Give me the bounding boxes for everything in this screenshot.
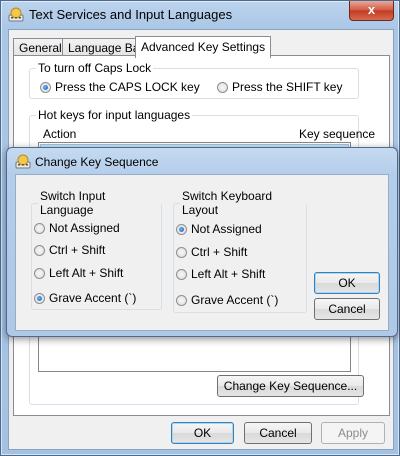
- radio-selected-icon: [34, 293, 45, 304]
- shift-option-label: Press the SHIFT key: [232, 80, 343, 94]
- window-title: Text Services and Input Languages: [29, 7, 233, 22]
- keyboard-globe-icon: [8, 7, 24, 22]
- radio-unselected-icon: [34, 245, 45, 256]
- lang-option-label: Left Alt + Shift: [49, 266, 124, 280]
- lang-option-grave-accent[interactable]: Grave Accent (`): [34, 291, 136, 305]
- layout-option-label: Not Assigned: [191, 222, 262, 236]
- switch-language-legend: Switch Input Language: [40, 189, 106, 217]
- dialog-cancel-button[interactable]: Cancel: [314, 298, 380, 320]
- dialog-client-area: Switch Input Language Not Assigned Ctrl …: [15, 174, 389, 331]
- lang-option-not-assigned[interactable]: Not Assigned: [34, 221, 120, 235]
- caps-lock-legend: To turn off Caps Lock: [38, 61, 152, 75]
- radio-unselected-icon: [34, 268, 45, 279]
- radio-selected-icon: [176, 224, 187, 235]
- apply-button[interactable]: Apply: [321, 422, 385, 444]
- title-bar[interactable]: Text Services and Input Languages x: [1, 1, 399, 29]
- lang-option-label: Not Assigned: [49, 221, 120, 235]
- ok-button[interactable]: OK: [171, 422, 234, 444]
- radio-unselected-icon: [176, 247, 187, 258]
- layout-option-label: Grave Accent (`): [191, 293, 279, 307]
- layout-option-grave-accent[interactable]: Grave Accent (`): [176, 293, 278, 307]
- lang-option-label: Ctrl + Shift: [49, 243, 106, 257]
- cancel-button[interactable]: Cancel: [244, 422, 312, 444]
- dialog-ok-button[interactable]: OK: [314, 272, 380, 294]
- keyboard-globe-icon: [15, 154, 31, 169]
- layout-option-label: Left Alt + Shift: [191, 267, 266, 281]
- radio-unselected-icon: [176, 269, 187, 280]
- lang-option-ctrl-shift[interactable]: Ctrl + Shift: [34, 243, 105, 257]
- tab-advanced-key-settings[interactable]: Advanced Key Settings: [135, 36, 272, 58]
- hotkeys-legend: Hot keys for input languages: [38, 108, 191, 122]
- radio-unselected-icon: [34, 223, 45, 234]
- radio-selected-icon: [40, 82, 51, 93]
- layout-option-left-alt-shift[interactable]: Left Alt + Shift: [176, 267, 265, 281]
- layout-option-not-assigned[interactable]: Not Assigned: [176, 222, 262, 236]
- column-header-key-sequence: Key sequence: [299, 127, 376, 141]
- dialog-title: Change Key Sequence: [35, 155, 159, 169]
- layout-option-label: Ctrl + Shift: [191, 245, 248, 259]
- switch-layout-legend: Switch Keyboard Layout: [182, 189, 273, 217]
- layout-option-ctrl-shift[interactable]: Ctrl + Shift: [176, 245, 247, 259]
- radio-unselected-icon: [217, 82, 228, 93]
- close-icon: x: [367, 2, 376, 17]
- lang-option-left-alt-shift[interactable]: Left Alt + Shift: [34, 266, 123, 280]
- change-key-sequence-button[interactable]: Change Key Sequence...: [217, 375, 364, 397]
- change-key-sequence-dialog: Change Key Sequence Switch Input Languag…: [6, 147, 398, 337]
- column-header-action: Action: [43, 127, 77, 141]
- caps-option-label: Press the CAPS LOCK key: [55, 80, 200, 94]
- close-button[interactable]: x: [349, 1, 394, 21]
- caps-lock-option-shift[interactable]: Press the SHIFT key: [217, 80, 342, 94]
- caps-lock-option-caps[interactable]: Press the CAPS LOCK key: [40, 80, 200, 94]
- lang-option-label: Grave Accent (`): [49, 291, 137, 305]
- radio-unselected-icon: [176, 295, 187, 306]
